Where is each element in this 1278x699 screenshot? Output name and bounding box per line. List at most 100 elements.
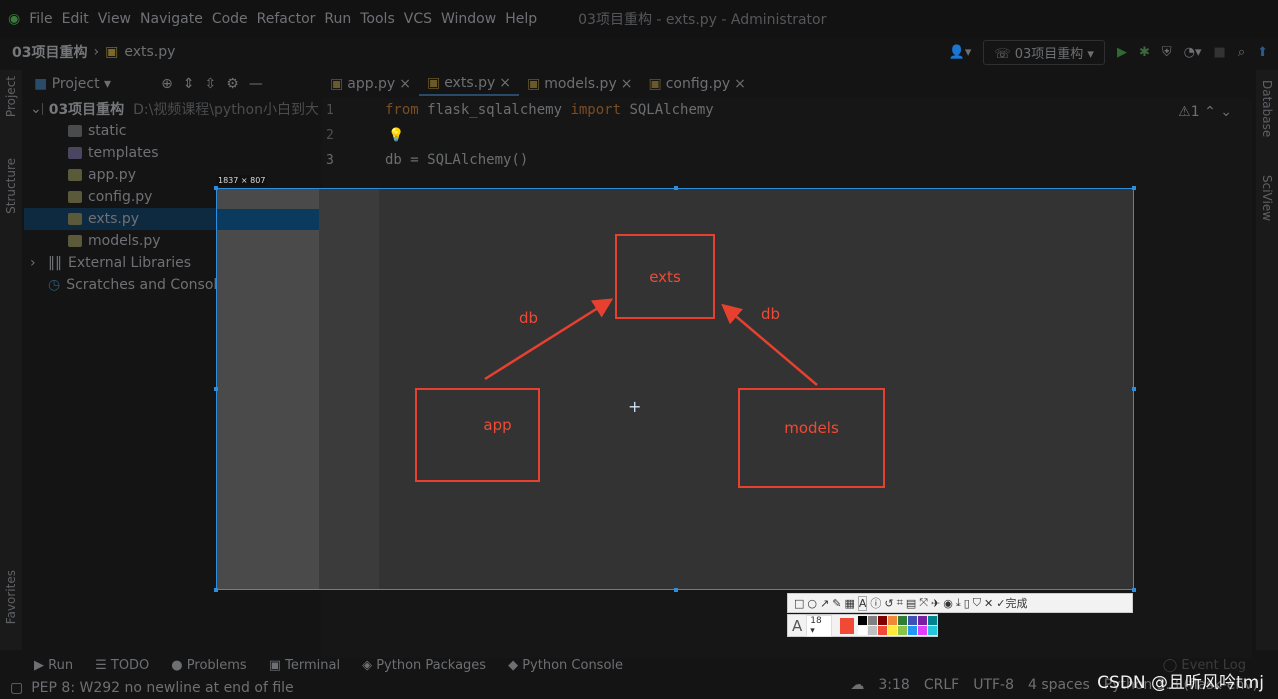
bottom-tab-python-packages[interactable]: ◈ Python Packages xyxy=(362,658,486,673)
scroll-capture-icon[interactable]: ⤧ xyxy=(919,596,928,610)
lightbulb-icon[interactable]: 💡 xyxy=(388,128,404,143)
indent-setting[interactable]: 4 spaces xyxy=(1028,677,1090,693)
close-icon[interactable]: × xyxy=(499,75,511,91)
tree-label: 03项目重构 xyxy=(48,102,125,118)
hide-icon[interactable]: — xyxy=(249,76,263,92)
done-button[interactable]: ✓完成 xyxy=(996,595,1027,611)
tab-models-py[interactable]: ▣ models.py × xyxy=(519,72,640,96)
color-swatch[interactable] xyxy=(918,616,927,625)
menu-vcs[interactable]: VCS xyxy=(404,11,432,27)
menu-window[interactable]: Window xyxy=(441,11,496,27)
close-icon[interactable]: × xyxy=(734,76,746,92)
menu-help[interactable]: Help xyxy=(505,11,537,27)
profile-icon[interactable]: ◔▾ xyxy=(1184,45,1202,60)
tab-exts-py[interactable]: ▣ exts.py × xyxy=(418,72,519,96)
bottom-tab-terminal[interactable]: ▣ Terminal xyxy=(269,658,340,673)
expand-all-icon[interactable]: ⇕ xyxy=(183,76,195,92)
current-color-swatch[interactable] xyxy=(839,617,854,634)
menu-tools[interactable]: Tools xyxy=(360,11,395,27)
side-tab-structure[interactable]: Structure xyxy=(4,158,18,214)
python-file-icon xyxy=(68,169,82,181)
color-swatch[interactable] xyxy=(918,626,927,635)
tab-app-py[interactable]: ▣ app.py × xyxy=(322,72,419,96)
mosaic-tool-icon[interactable]: ▦ xyxy=(844,597,854,610)
run-icon[interactable]: ▶ xyxy=(1117,45,1127,60)
bookmark-icon[interactable]: ⛉ xyxy=(973,596,981,610)
warnings-indicator[interactable]: ⚠1 ⌃ ⌄ xyxy=(1178,104,1232,120)
debug-icon[interactable]: ✱ xyxy=(1139,45,1150,60)
color-swatch[interactable] xyxy=(858,626,867,635)
menu-file[interactable]: File xyxy=(29,11,52,27)
tree-item-root[interactable]: ⌄ 03项目重构 D:\视频课程\python小白到大 xyxy=(24,98,319,120)
bottom-tab-python-console[interactable]: ◆ Python Console xyxy=(508,658,623,673)
coverage-icon[interactable]: ⛨ xyxy=(1162,45,1172,60)
pen-tool-icon[interactable]: ✎ xyxy=(832,597,841,610)
record-icon[interactable]: ◉ xyxy=(943,597,953,610)
user-icon[interactable]: 👤▾ xyxy=(949,45,972,60)
bottom-tab-todo[interactable]: ☰ TODO xyxy=(95,658,149,673)
search-icon[interactable]: ⌕ xyxy=(1238,45,1245,60)
undo-icon[interactable]: ↺ xyxy=(884,597,893,610)
color-swatch[interactable] xyxy=(898,626,907,635)
project-dropdown[interactable]: ■ Project ▾ xyxy=(34,76,111,92)
color-swatch[interactable] xyxy=(898,616,907,625)
translate-icon[interactable]: ▤ xyxy=(906,597,916,610)
color-swatch[interactable] xyxy=(868,616,877,625)
breadcrumb-file[interactable]: exts.py xyxy=(124,44,175,60)
tree-item-static[interactable]: static xyxy=(24,120,319,142)
bottom-tab-problems[interactable]: ● Problems xyxy=(171,658,246,673)
color-swatch[interactable] xyxy=(878,626,887,635)
font-size-select[interactable]: 18 ▾ xyxy=(806,614,832,637)
color-swatch[interactable] xyxy=(928,616,937,625)
tree-item-app[interactable]: app.py xyxy=(24,164,319,186)
menu-view[interactable]: View xyxy=(98,11,131,27)
menu-run[interactable]: Run xyxy=(324,11,351,27)
text-tool-icon[interactable]: A xyxy=(857,595,868,611)
ocr-icon[interactable]: ⌗ xyxy=(897,596,903,610)
side-tab-database[interactable]: Database xyxy=(1260,80,1274,137)
rectangle-tool-icon[interactable]: □ xyxy=(794,597,804,610)
number-tool-icon[interactable]: ⓘ xyxy=(870,595,881,611)
menu-edit[interactable]: Edit xyxy=(62,11,89,27)
color-swatch[interactable] xyxy=(888,626,897,635)
side-tab-favorites[interactable]: Favorites xyxy=(4,570,18,624)
menu-code[interactable]: Code xyxy=(212,11,248,27)
run-config-select[interactable]: ☏ 03项目重构 ▾ xyxy=(983,40,1105,65)
file-encoding[interactable]: UTF-8 xyxy=(973,677,1014,693)
stop-icon[interactable]: ■ xyxy=(1214,45,1226,60)
pin-icon[interactable]: ✈ xyxy=(931,597,940,610)
tab-config-py[interactable]: ▣ config.py × xyxy=(640,72,753,96)
ellipse-tool-icon[interactable]: ○ xyxy=(807,597,817,610)
phone-icon[interactable]: ▯ xyxy=(964,597,970,610)
color-swatch[interactable] xyxy=(868,626,877,635)
caret-position[interactable]: 3:18 xyxy=(878,677,909,693)
color-swatch[interactable] xyxy=(888,616,897,625)
color-swatch[interactable] xyxy=(878,616,887,625)
close-icon[interactable]: × xyxy=(621,76,633,92)
code-line-1: from flask_sqlalchemy import SQLAlchemy xyxy=(385,102,714,118)
bottom-tab-run[interactable]: ▶ Run xyxy=(34,658,73,673)
line-separator[interactable]: CRLF xyxy=(924,677,959,693)
breadcrumb-project[interactable]: 03项目重构 xyxy=(12,42,87,62)
tab-label: Terminal xyxy=(285,657,341,673)
download-icon[interactable]: ⤓ xyxy=(956,596,961,610)
update-icon[interactable]: ⬆ xyxy=(1257,45,1268,60)
font-icon: A xyxy=(792,616,803,635)
menu-navigate[interactable]: Navigate xyxy=(140,11,203,27)
screenshot-selection[interactable]: exts app models db db + xyxy=(214,186,1136,592)
color-swatch[interactable] xyxy=(928,626,937,635)
side-tab-sciview[interactable]: SciView xyxy=(1260,175,1274,221)
arrow-tool-icon[interactable]: ↗ xyxy=(820,597,829,610)
tree-item-templates[interactable]: templates xyxy=(24,142,319,164)
color-swatch[interactable] xyxy=(908,616,917,625)
cancel-icon[interactable]: ✕ xyxy=(984,597,993,610)
color-swatch[interactable] xyxy=(858,616,867,625)
side-tab-project[interactable]: Project xyxy=(4,76,18,117)
gear-icon[interactable]: ⚙ xyxy=(226,76,239,92)
collapse-all-icon[interactable]: ⇳ xyxy=(205,76,217,92)
color-swatch[interactable] xyxy=(908,626,917,635)
locate-icon[interactable]: ⊕ xyxy=(161,76,173,92)
inspection-icon[interactable]: ☁ xyxy=(850,677,864,693)
menu-refactor[interactable]: Refactor xyxy=(257,11,316,27)
close-icon[interactable]: × xyxy=(399,76,411,92)
